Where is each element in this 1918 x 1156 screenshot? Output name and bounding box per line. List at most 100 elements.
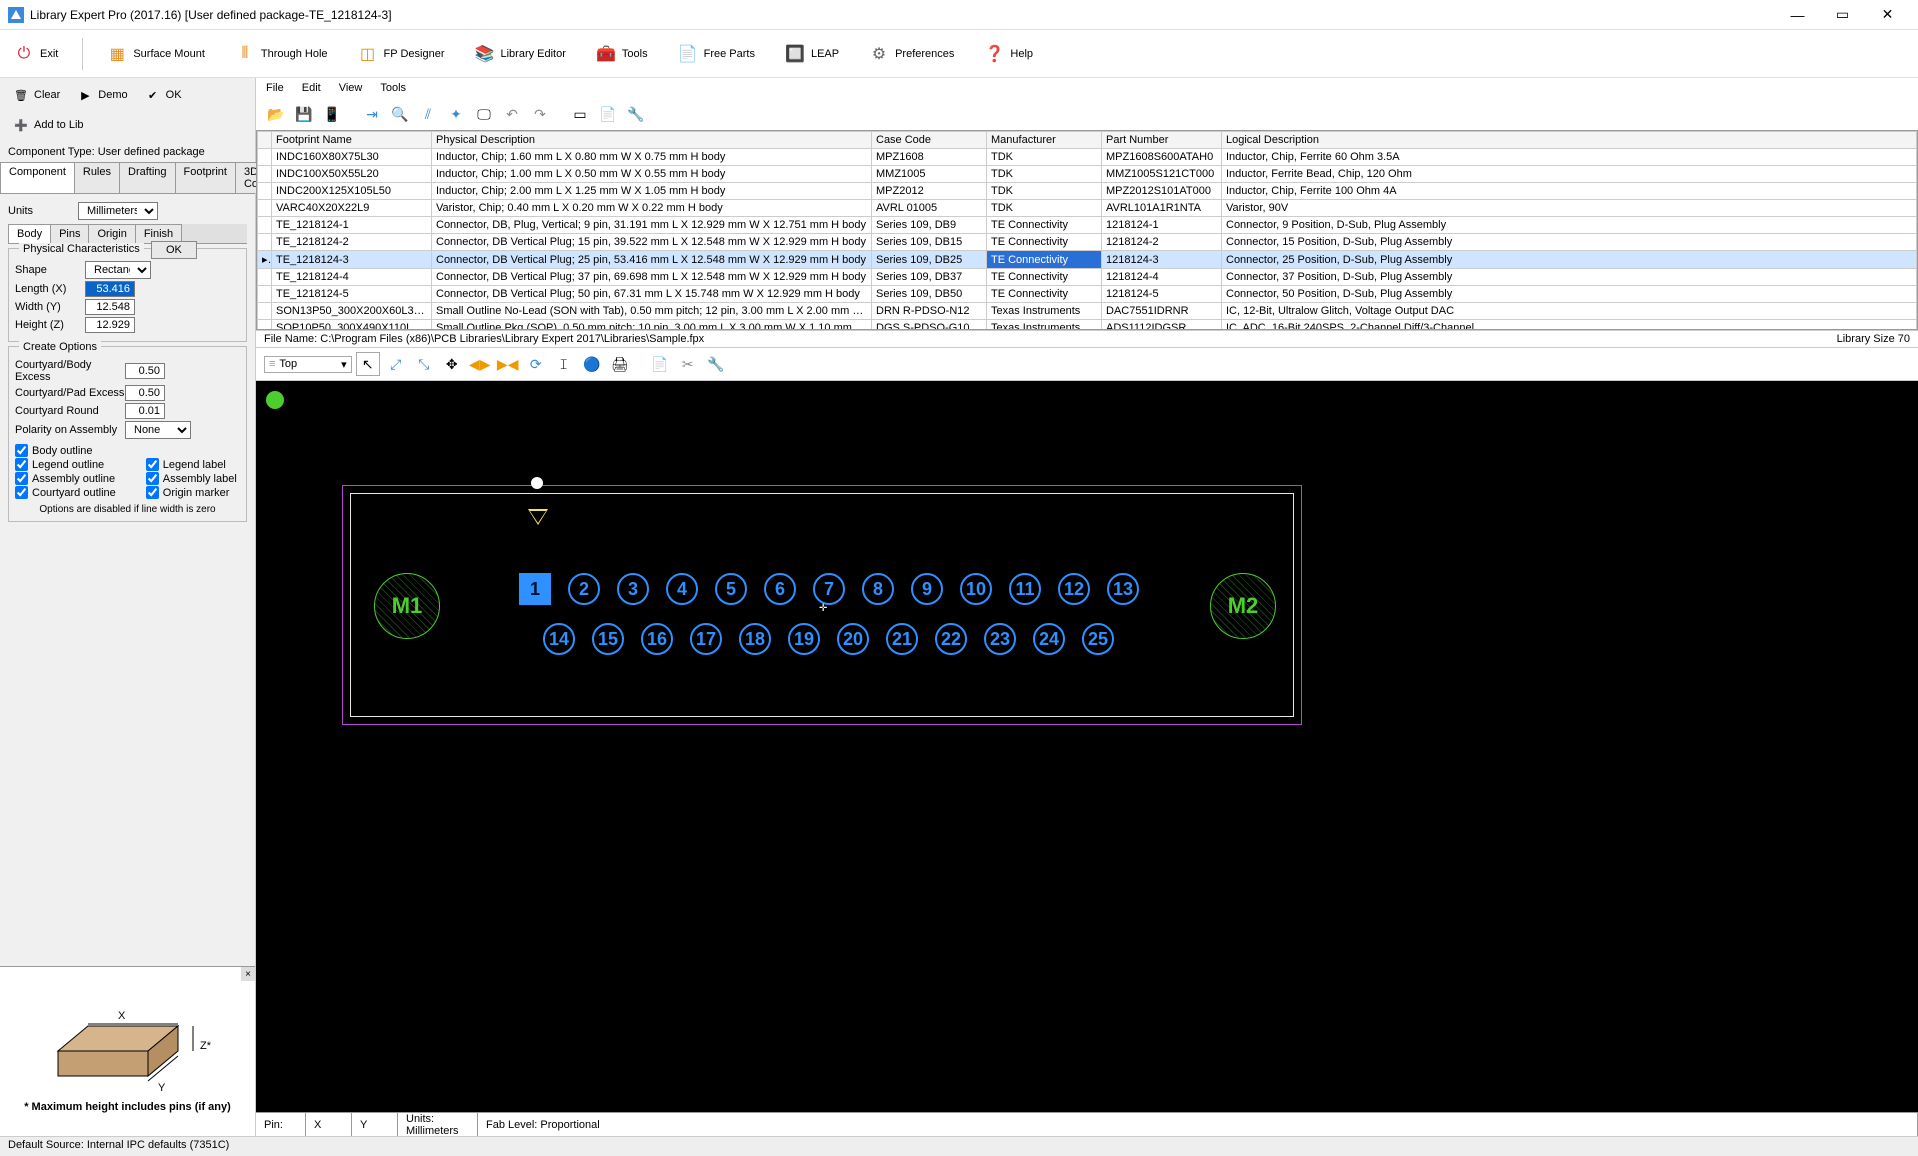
col-case[interactable]: Case Code xyxy=(872,132,987,149)
pad-24[interactable]: 24 xyxy=(1033,623,1065,655)
demo-button[interactable]: ▶Demo xyxy=(72,84,131,106)
open-icon[interactable]: 📂 xyxy=(264,102,288,126)
menu-edit[interactable]: Edit xyxy=(302,82,321,94)
pad-15[interactable]: 15 xyxy=(592,623,624,655)
close-button[interactable]: ✕ xyxy=(1865,0,1910,30)
menu-tools[interactable]: Tools xyxy=(380,82,406,94)
footprint-viewer[interactable]: M1 M2 1234567891011121314151617181920212… xyxy=(256,381,1918,1112)
ok-quick-button[interactable]: ✔OK xyxy=(140,84,186,106)
maximize-button[interactable]: ▭ xyxy=(1820,0,1865,30)
undo-icon[interactable]: ↶ xyxy=(500,102,524,126)
search-icon[interactable]: 🔍 xyxy=(388,102,412,126)
tab-component[interactable]: Component xyxy=(0,162,75,193)
pad-1[interactable]: 1 xyxy=(519,573,551,605)
col-desc[interactable]: Physical Description xyxy=(432,132,872,149)
pad-22[interactable]: 22 xyxy=(935,623,967,655)
align-icon[interactable]: ⫽ xyxy=(416,102,440,126)
library-editor-button[interactable]: 📚Library Editor xyxy=(468,40,571,68)
table-row[interactable]: VARC40X20X22L9Varistor, Chip; 0.40 mm L … xyxy=(258,200,1917,217)
subtab-body[interactable]: Body xyxy=(8,224,51,243)
width-input[interactable] xyxy=(85,299,135,315)
chip-icon[interactable]: ▭ xyxy=(568,102,592,126)
pad-16[interactable]: 16 xyxy=(641,623,673,655)
length-input[interactable] xyxy=(85,281,135,297)
flip-v-icon[interactable]: ▶◀ xyxy=(496,352,520,376)
chk-courtyard-outline[interactable] xyxy=(15,486,28,499)
pad-6[interactable]: 6 xyxy=(764,573,796,605)
pad-19[interactable]: 19 xyxy=(788,623,820,655)
wrench-icon[interactable]: 🔧 xyxy=(624,102,648,126)
chk-assembly-label[interactable] xyxy=(146,472,159,485)
leap-button[interactable]: 🔲LEAP xyxy=(779,40,845,68)
ctyd-pad-input[interactable] xyxy=(125,385,165,401)
move-icon[interactable]: ✥ xyxy=(440,352,464,376)
doc-icon[interactable]: 📄 xyxy=(596,102,620,126)
pad-9[interactable]: 9 xyxy=(911,573,943,605)
pad-18[interactable]: 18 xyxy=(739,623,771,655)
star-icon[interactable]: ✦ xyxy=(444,102,468,126)
pad-4[interactable]: 4 xyxy=(666,573,698,605)
redo-icon[interactable]: ↷ xyxy=(528,102,552,126)
collapse-icon[interactable]: ⤡ xyxy=(412,352,436,376)
rotate-icon[interactable]: ⟳ xyxy=(524,352,548,376)
flip-h-icon[interactable]: ◀▶ xyxy=(468,352,492,376)
pad-20[interactable]: 20 xyxy=(837,623,869,655)
expand-icon[interactable]: ⤢ xyxy=(384,352,408,376)
pad-25[interactable]: 25 xyxy=(1082,623,1114,655)
table-row[interactable]: TE_1218124-1Connector, DB, Plug, Vertica… xyxy=(258,217,1917,234)
chk-origin-marker[interactable] xyxy=(146,486,159,499)
pad-11[interactable]: 11 xyxy=(1009,573,1041,605)
add-doc-icon[interactable]: 📄 xyxy=(648,352,672,376)
preview-close-icon[interactable]: × xyxy=(241,967,255,981)
text-icon[interactable]: 𝙸 xyxy=(552,352,576,376)
import-icon[interactable]: ⇥ xyxy=(360,102,384,126)
pad-8[interactable]: 8 xyxy=(862,573,894,605)
table-row[interactable]: INDC100X50X55L20Inductor, Chip; 1.00 mm … xyxy=(258,166,1917,183)
col-footprint[interactable]: Footprint Name xyxy=(272,132,432,149)
tab-drafting[interactable]: Drafting xyxy=(119,162,176,193)
table-row[interactable]: TE_1218124-5Connector, DB Vertical Plug;… xyxy=(258,286,1917,303)
col-manuf[interactable]: Manufacturer xyxy=(987,132,1102,149)
minimize-button[interactable]: — xyxy=(1775,0,1820,30)
add-to-lib-button[interactable]: ➕Add to Lib xyxy=(8,114,88,136)
table-row[interactable]: ▸TE_1218124-3Connector, DB Vertical Plug… xyxy=(258,251,1917,269)
table-row[interactable]: TE_1218124-2Connector, DB Vertical Plug;… xyxy=(258,234,1917,251)
pad-12[interactable]: 12 xyxy=(1058,573,1090,605)
ctyd-body-input[interactable] xyxy=(125,363,165,379)
ctyd-round-input[interactable] xyxy=(125,403,165,419)
chk-legend-label[interactable] xyxy=(146,458,159,471)
table-row[interactable]: TE_1218124-4Connector, DB Vertical Plug;… xyxy=(258,269,1917,286)
pad-21[interactable]: 21 xyxy=(886,623,918,655)
chk-legend-outline[interactable] xyxy=(15,458,28,471)
pad-17[interactable]: 17 xyxy=(690,623,722,655)
ok-button[interactable]: OK xyxy=(151,241,197,259)
menu-view[interactable]: View xyxy=(339,82,363,94)
save-icon[interactable]: 💾 xyxy=(292,102,316,126)
table-row[interactable]: INDC200X125X105L50Inductor, Chip; 2.00 m… xyxy=(258,183,1917,200)
help-button[interactable]: ❓Help xyxy=(978,40,1039,68)
chk-assembly-outline[interactable] xyxy=(15,472,28,485)
height-input[interactable] xyxy=(85,317,135,333)
subtab-pins[interactable]: Pins xyxy=(50,224,89,243)
subtab-origin[interactable]: Origin xyxy=(88,224,135,243)
shape-select[interactable]: Rectangle xyxy=(85,261,151,279)
menu-file[interactable]: File xyxy=(266,82,284,94)
print-icon[interactable]: 🖨 xyxy=(608,352,632,376)
surface-mount-button[interactable]: ▦Surface Mount xyxy=(101,40,211,68)
clear-button[interactable]: 🗑Clear xyxy=(8,84,64,106)
cursor-icon[interactable]: ↖ xyxy=(356,352,380,376)
table-row[interactable]: SOP10P50_300X490X110L55X22Small Outline … xyxy=(258,320,1917,331)
device-icon[interactable]: 📱 xyxy=(320,102,344,126)
table-row[interactable]: INDC160X80X75L30Inductor, Chip; 1.60 mm … xyxy=(258,149,1917,166)
col-part[interactable]: Part Number xyxy=(1102,132,1222,149)
pad-3[interactable]: 3 xyxy=(617,573,649,605)
col-logical[interactable]: Logical Description xyxy=(1222,132,1917,149)
exit-button[interactable]: ⏻Exit xyxy=(8,40,64,68)
pad-14[interactable]: 14 xyxy=(543,623,575,655)
pad-7[interactable]: 7 xyxy=(813,573,845,605)
parts-grid[interactable]: Footprint Name Physical Description Case… xyxy=(256,130,1918,330)
screen-icon[interactable]: 🖵 xyxy=(472,102,496,126)
cut-icon[interactable]: ✂ xyxy=(676,352,700,376)
chk-body-outline[interactable] xyxy=(15,444,28,457)
pad-2[interactable]: 2 xyxy=(568,573,600,605)
